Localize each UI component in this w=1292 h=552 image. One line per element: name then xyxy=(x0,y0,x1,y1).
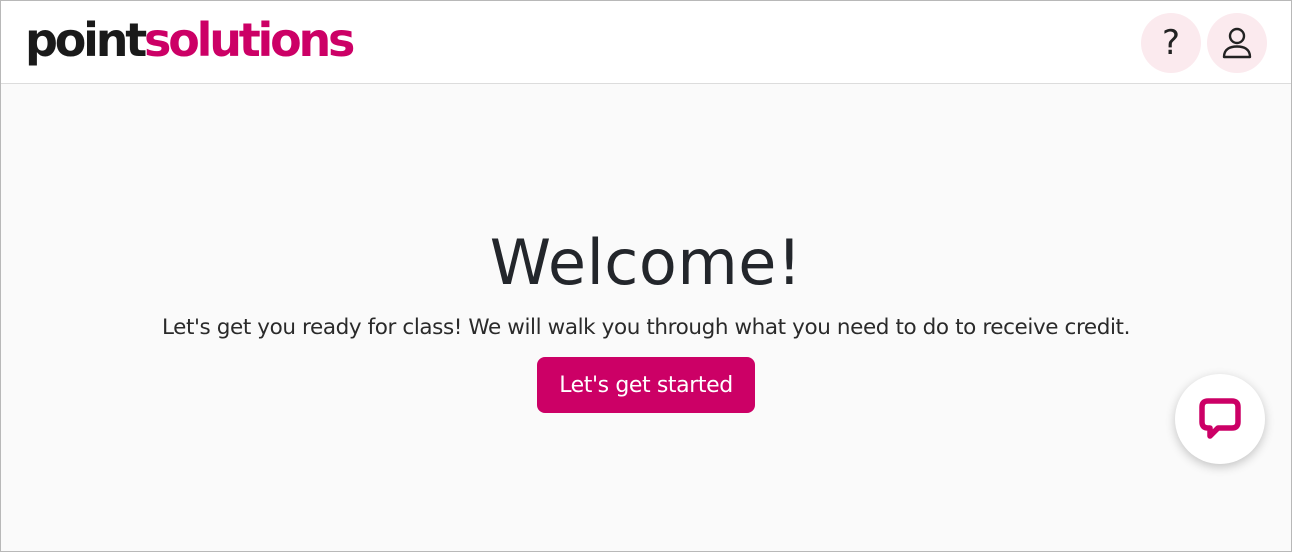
get-started-button[interactable]: Let's get started xyxy=(537,357,755,413)
welcome-subtitle: Let's get you ready for class! We will w… xyxy=(161,315,1131,340)
logo-text-point: point xyxy=(25,13,147,67)
welcome-title: Welcome! xyxy=(489,226,803,299)
chat-bubble-icon xyxy=(1199,398,1241,439)
logo-text-solutions: solutions xyxy=(144,13,355,67)
app-window: pointsolutions ? Welcome! Let's get you … xyxy=(0,0,1292,552)
top-header: pointsolutions ? xyxy=(1,1,1291,84)
help-button[interactable]: ? xyxy=(1141,13,1201,73)
pointsolutions-logo[interactable]: pointsolutions xyxy=(25,12,355,68)
account-button[interactable] xyxy=(1207,13,1267,73)
question-mark-icon: ? xyxy=(1161,23,1181,63)
welcome-panel: Welcome! Let's get you ready for class! … xyxy=(1,85,1291,551)
chat-widget-button[interactable] xyxy=(1175,374,1265,464)
user-icon xyxy=(1222,27,1252,59)
